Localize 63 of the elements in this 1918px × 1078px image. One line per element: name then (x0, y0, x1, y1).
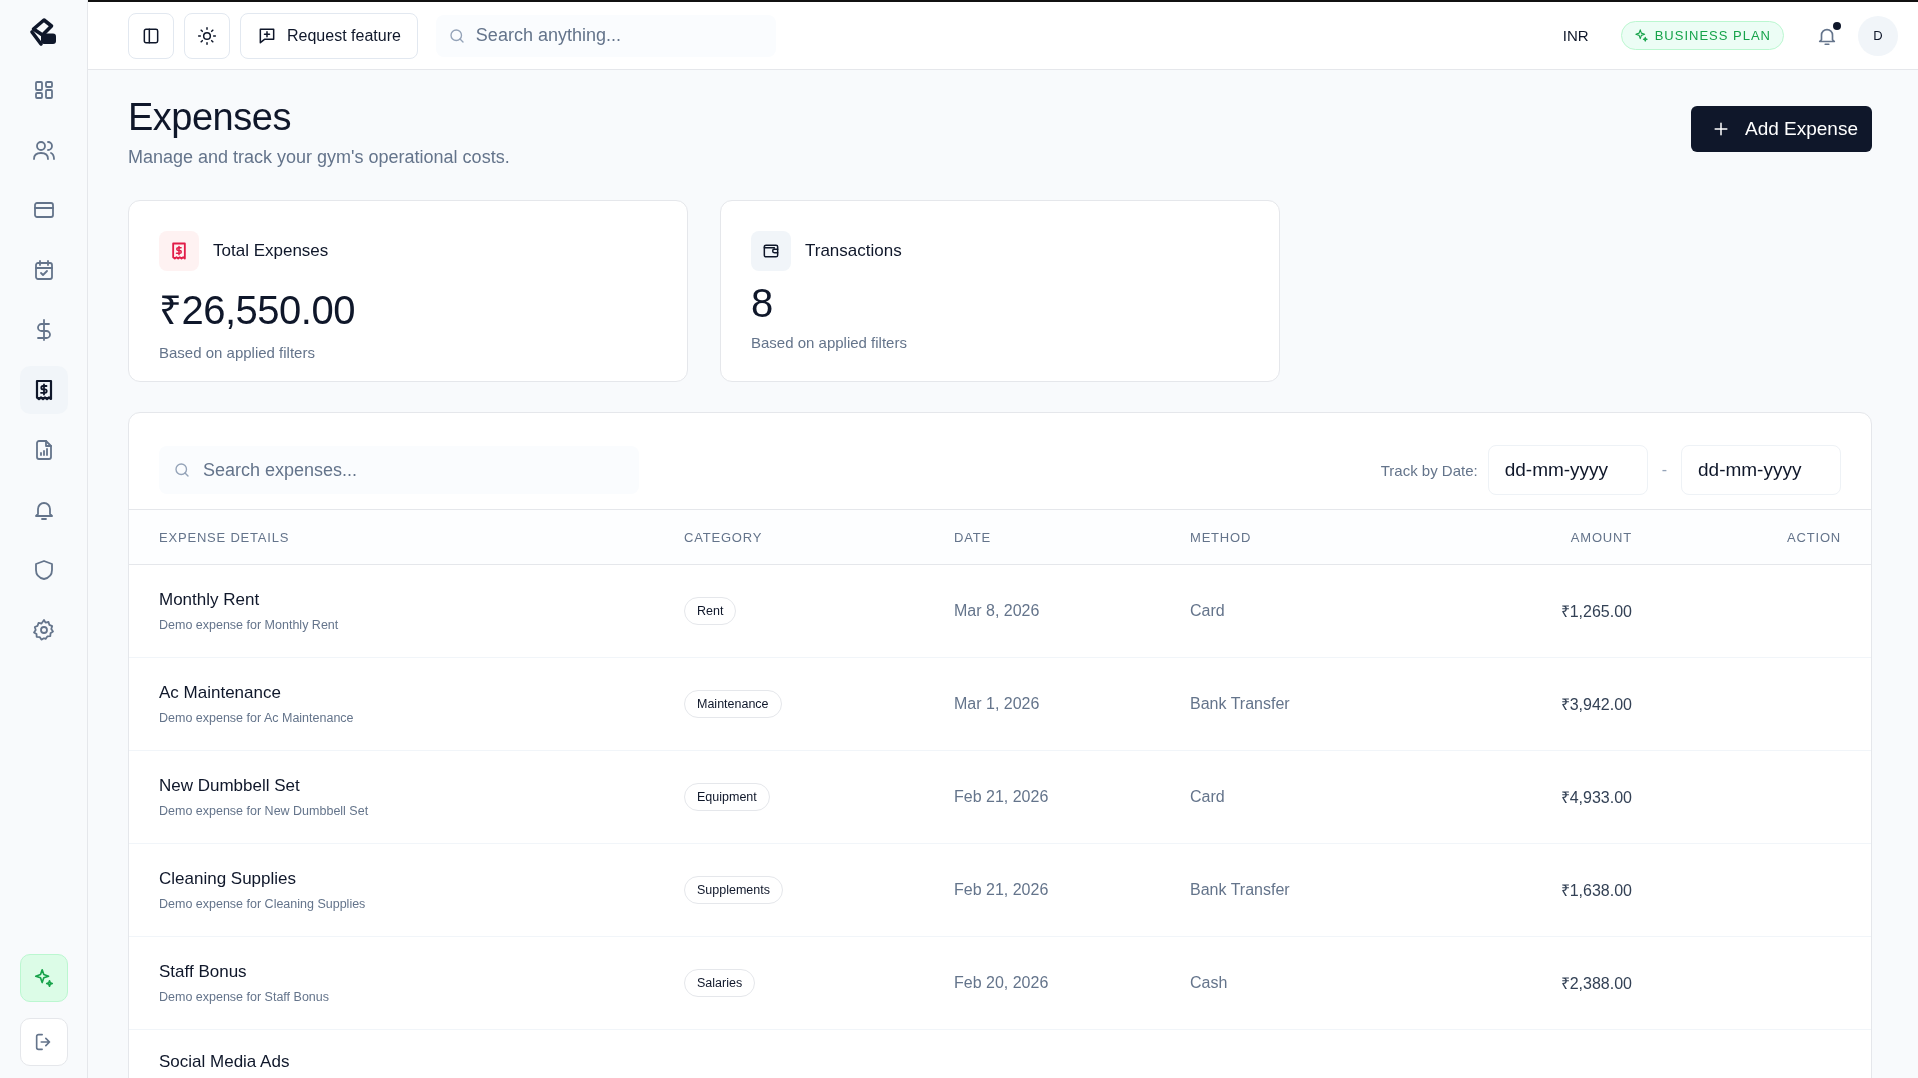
sun-icon (197, 25, 217, 46)
sparkle-icon (32, 967, 55, 989)
users-icon (31, 138, 56, 162)
amount-cell-text: ₹1,265.00 (1559, 602, 1632, 622)
expense-name: New Dumbbell Set (159, 776, 301, 796)
column-header: EXPENSE DETAILS (159, 529, 291, 545)
method-cell-text: Bank Transfer (1190, 695, 1291, 713)
date-cell-text: Mar 8, 2026 (954, 602, 1041, 620)
receipt-icon (169, 241, 189, 261)
date-field[interactable]: dd-mm-yyyy (1681, 445, 1841, 495)
date-cell-text: Feb 21, 2026 (954, 881, 1050, 899)
date-cell-text: Mar 1, 2026 (954, 695, 1041, 713)
wallet-icon (761, 241, 781, 261)
avatar[interactable]: D (1858, 15, 1898, 56)
expense-name: Cleaning Supplies (159, 869, 298, 889)
theme-toggle-button[interactable] (184, 12, 230, 59)
column-header: METHOD (1190, 529, 1253, 545)
sparkle-icon (1633, 28, 1649, 43)
date-cell-text: Feb 21, 2026 (954, 788, 1050, 806)
nav-button[interactable] (19, 366, 68, 414)
sidebar-toggle-button[interactable] (128, 12, 174, 59)
expense-description: Demo expense for New Dumbbell Set (159, 804, 370, 818)
column-header: ACTION (1786, 529, 1841, 545)
logout-button[interactable] (19, 1018, 68, 1066)
expense-name: Monthly Rent (159, 590, 261, 610)
search-field[interactable]: Search expenses... (159, 446, 639, 494)
date-field[interactable]: dd-mm-yyyy (1487, 445, 1648, 495)
expense-description: Demo expense for Cleaning Supplies (159, 897, 367, 911)
stat-value: ₹26,550.00 (159, 287, 356, 334)
date-cell-text: Feb 20, 2026 (954, 974, 1050, 992)
currency-label[interactable]: INR (1562, 27, 1589, 44)
amount-cell-text: ₹1,638.00 (1559, 881, 1632, 901)
request-feature-button[interactable]: Request feature (240, 12, 418, 59)
method-cell-text: Card (1190, 788, 1226, 806)
column-header: AMOUNT (1569, 529, 1632, 545)
expense-description: Demo expense for Monthly Rent (159, 618, 340, 632)
expense-description: Demo expense for Staff Bonus (159, 990, 330, 1004)
date-filter-label: Track by Date: (1380, 461, 1478, 479)
expense-name: Ac Maintenance (159, 683, 282, 703)
stat-note: Based on applied filters (159, 344, 316, 361)
plan-badge: BUSINESS PLAN (1620, 21, 1784, 50)
column-header: DATE (954, 529, 992, 545)
method-cell-text: Card (1190, 602, 1226, 620)
expense-name: Staff Bonus (159, 962, 248, 982)
amount-cell-text: ₹2,388.00 (1559, 974, 1632, 994)
gear-icon (31, 618, 56, 642)
date-separator: - (1660, 461, 1668, 479)
stat-label: Transactions (805, 241, 902, 261)
amount-cell-text: ₹3,942.00 (1559, 695, 1632, 715)
search-field[interactable]: Search anything... (435, 14, 776, 57)
page-title: Expenses (128, 96, 292, 139)
column-header: CATEGORY (684, 529, 764, 545)
stat-label: Total Expenses (213, 241, 329, 261)
expense-description: Demo expense for Ac Maintenance (159, 711, 355, 725)
method-cell-text: Cash (1190, 974, 1229, 992)
add-expense-button[interactable]: Add Expense (1690, 106, 1872, 152)
amount-cell-text: ₹4,933.00 (1559, 788, 1632, 808)
assistant-button[interactable] (19, 954, 68, 1002)
stat-value: 8 (751, 281, 774, 326)
method-cell-text: Bank Transfer (1190, 881, 1291, 899)
page-subtitle: Manage and track your gym's operational costs. (128, 147, 510, 168)
stat-note: Based on applied filters (751, 334, 908, 351)
expense-name: Social Media Ads (159, 1052, 291, 1072)
